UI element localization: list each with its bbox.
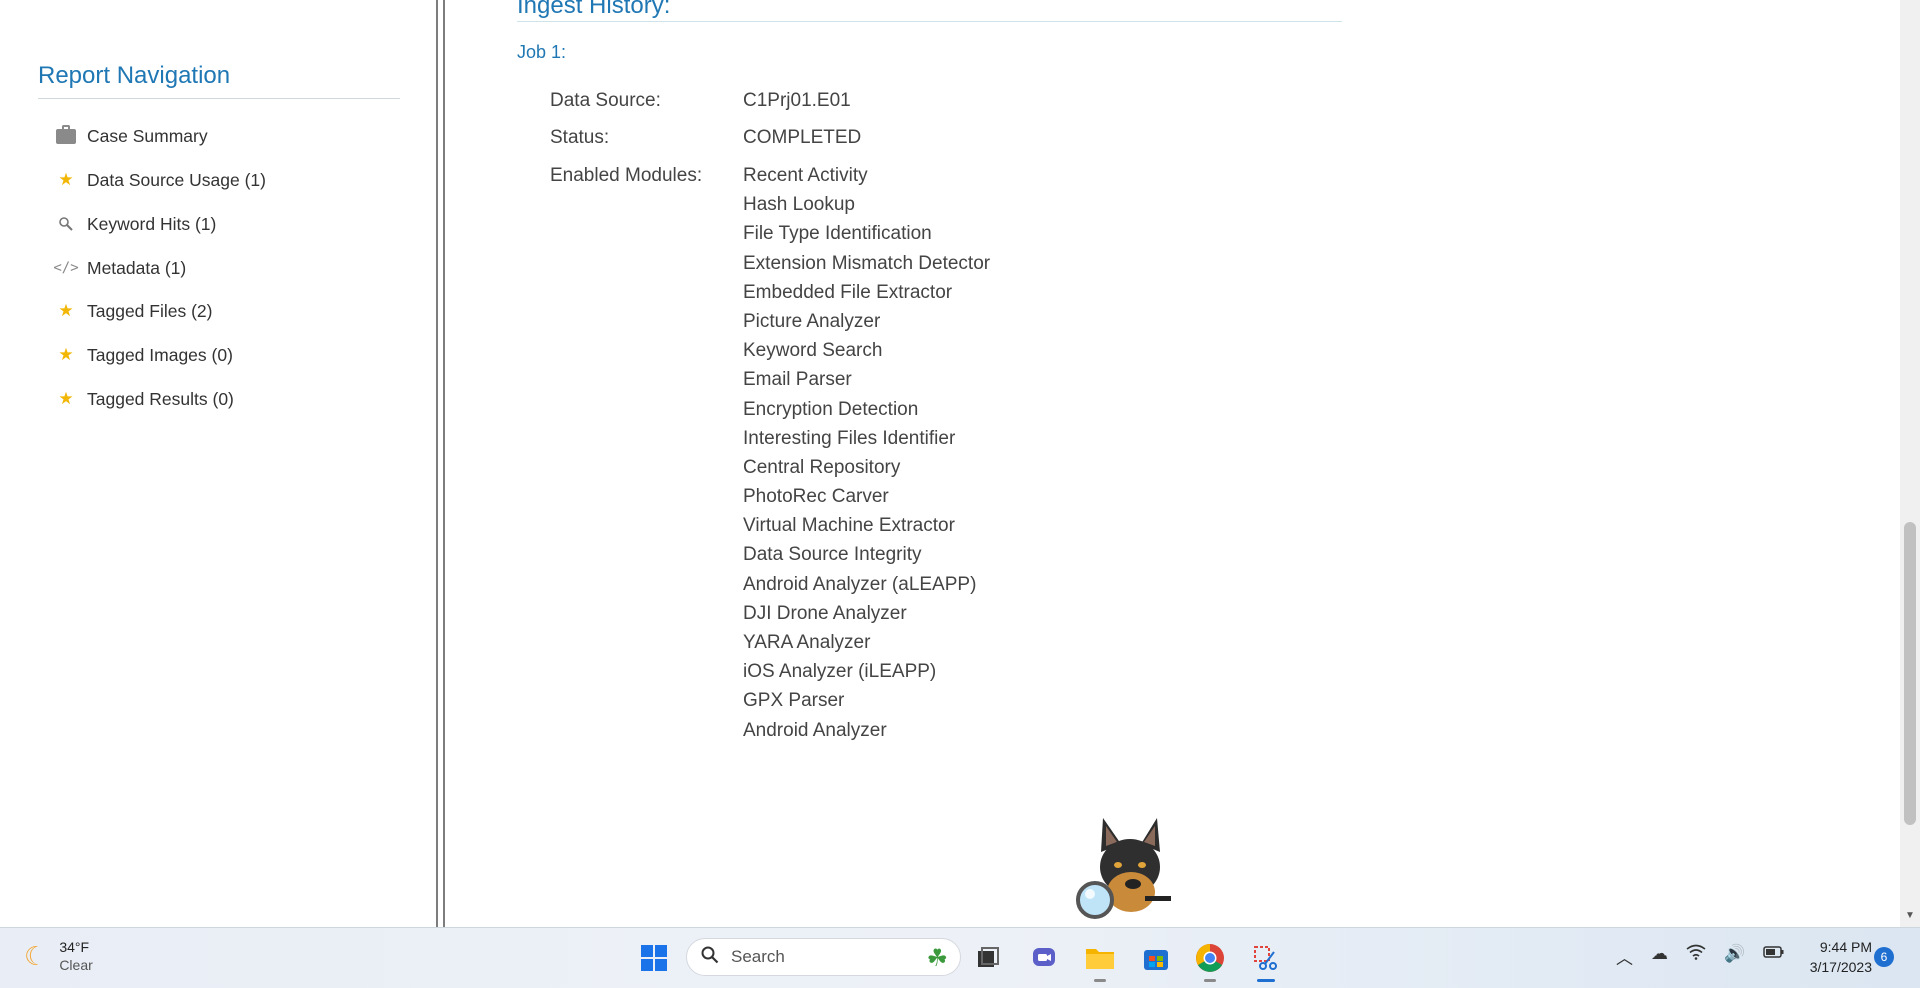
volume-icon[interactable]: 🔊	[1724, 944, 1745, 969]
module-item: PhotoRec Carver	[743, 486, 889, 508]
nav-item-tagged-results[interactable]: ★ Tagged Results (0)	[55, 386, 234, 412]
nav-item-label: Keyword Hits (1)	[87, 213, 217, 234]
search-label: Search	[731, 947, 785, 966]
module-item: Picture Analyzer	[743, 310, 881, 332]
task-view-icon	[978, 947, 999, 967]
nav-title: Report Navigation	[38, 62, 231, 89]
nav-item-tagged-files[interactable]: ★ Tagged Files (2)	[55, 298, 212, 324]
shamrock-icon: ☘	[926, 945, 948, 972]
scrollbar-thumb[interactable]	[1904, 522, 1916, 825]
nav-item-label: Tagged Images (0)	[87, 344, 233, 365]
search-icon	[701, 946, 719, 969]
nav-item-metadata[interactable]: </> Metadata (1)	[53, 255, 187, 281]
module-item: Virtual Machine Extractor	[743, 515, 955, 537]
autopsy-logo	[1076, 818, 1171, 919]
battery-icon[interactable]	[1763, 944, 1785, 969]
briefcase-icon	[55, 124, 77, 147]
enabled-modules-list: Recent Activity Hash Lookup File Type Id…	[743, 163, 990, 747]
nav-item-case-summary[interactable]: Case Summary	[55, 123, 208, 149]
status-value: COMPLETED	[743, 127, 862, 148]
weather-widget[interactable]: ☾ 34°F Clear	[24, 938, 93, 974]
file-explorer-button[interactable]	[1082, 940, 1118, 982]
nav-item-label: Data Source Usage (1)	[87, 169, 266, 190]
job-title: Job 1:	[517, 42, 567, 62]
module-item: iOS Analyzer (iLEAPP)	[743, 661, 937, 683]
moon-icon: ☾	[24, 940, 48, 971]
vertical-scrollbar[interactable]: ▼	[1900, 0, 1920, 927]
system-tray: ︿ ☁ 🔊	[1616, 944, 1785, 969]
enabled-modules-label: Enabled Modules:	[550, 165, 703, 186]
star-icon: ★	[58, 345, 74, 364]
report-content: Ingest History: Job 1: Data Source: C1Pr…	[445, 0, 1900, 927]
module-item: File Type Identification	[743, 223, 932, 245]
taskbar: ☾ 34°F Clear Search ☘ ︿ ☁ 🔊 9:44 PM 3/17…	[0, 927, 1920, 988]
start-button[interactable]	[636, 940, 672, 976]
weather-desc: Clear	[59, 957, 93, 973]
module-item: Hash Lookup	[743, 194, 855, 216]
nav-item-data-source-usage[interactable]: ★ Data Source Usage (1)	[55, 167, 266, 193]
chevron-up-icon[interactable]: ︿	[1616, 944, 1633, 969]
running-indicator	[1094, 979, 1106, 982]
teams-chat-button[interactable]	[1026, 940, 1062, 976]
module-item: Recent Activity	[743, 165, 868, 186]
magnifier-icon	[55, 213, 77, 235]
module-item: Data Source Integrity	[743, 544, 922, 566]
module-item: YARA Analyzer	[743, 632, 871, 653]
module-item: Android Analyzer	[743, 719, 887, 741]
store-icon	[1144, 950, 1168, 970]
module-item: Keyword Search	[743, 340, 883, 362]
nav-item-keyword-hits[interactable]: Keyword Hits (1)	[55, 211, 216, 237]
task-view-button[interactable]	[970, 940, 1006, 976]
nav-item-label: Tagged Files (2)	[87, 300, 213, 321]
snipping-tool-icon	[1254, 946, 1277, 970]
nav-item-label: Metadata (1)	[87, 257, 187, 278]
chrome-icon	[1196, 944, 1224, 972]
nav-divider	[38, 98, 400, 99]
wifi-icon[interactable]	[1686, 944, 1706, 969]
module-item: Central Repository	[743, 456, 901, 478]
data-source-value: C1Prj01.E01	[743, 90, 851, 111]
module-item: Interesting Files Identifier	[743, 427, 956, 449]
module-item: Extension Mismatch Detector	[743, 252, 991, 274]
module-item: Android Analyzer (aLEAPP)	[743, 573, 977, 595]
star-icon: ★	[58, 301, 74, 320]
module-item: Email Parser	[743, 369, 852, 391]
module-item: Encryption Detection	[743, 398, 919, 420]
folder-icon	[1086, 949, 1114, 969]
data-source-label: Data Source:	[550, 90, 661, 111]
snipping-tool-button[interactable]	[1248, 940, 1284, 982]
onedrive-icon[interactable]: ☁	[1651, 944, 1668, 969]
frame-divider[interactable]	[436, 0, 445, 927]
taskbar-search[interactable]: Search ☘	[686, 938, 961, 976]
report-navigation-pane: Report Navigation Case Summary ★ Data So…	[0, 0, 436, 927]
notification-badge[interactable]: 6	[1874, 947, 1894, 967]
section-title: Ingest History:	[517, 0, 671, 19]
status-label: Status:	[550, 127, 610, 148]
nav-item-tagged-images[interactable]: ★ Tagged Images (0)	[55, 342, 233, 368]
module-item: Embedded File Extractor	[743, 281, 953, 303]
weather-temp: 34°F	[59, 939, 90, 955]
nav-item-label: Case Summary	[87, 125, 208, 146]
scroll-down-arrow[interactable]: ▼	[1904, 910, 1916, 922]
section-rule	[517, 21, 1342, 22]
store-button[interactable]	[1138, 940, 1174, 976]
module-item: DJI Drone Analyzer	[743, 602, 907, 624]
active-indicator	[1257, 979, 1275, 982]
code-icon: </>	[53, 260, 79, 276]
windows-icon	[641, 945, 667, 971]
module-item: GPX Parser	[743, 690, 845, 712]
star-icon: ★	[58, 170, 74, 189]
running-indicator	[1204, 979, 1216, 982]
nav-item-label: Tagged Results (0)	[87, 388, 234, 409]
chrome-button[interactable]	[1192, 940, 1228, 982]
chat-icon	[1033, 948, 1055, 966]
star-icon: ★	[58, 389, 74, 408]
